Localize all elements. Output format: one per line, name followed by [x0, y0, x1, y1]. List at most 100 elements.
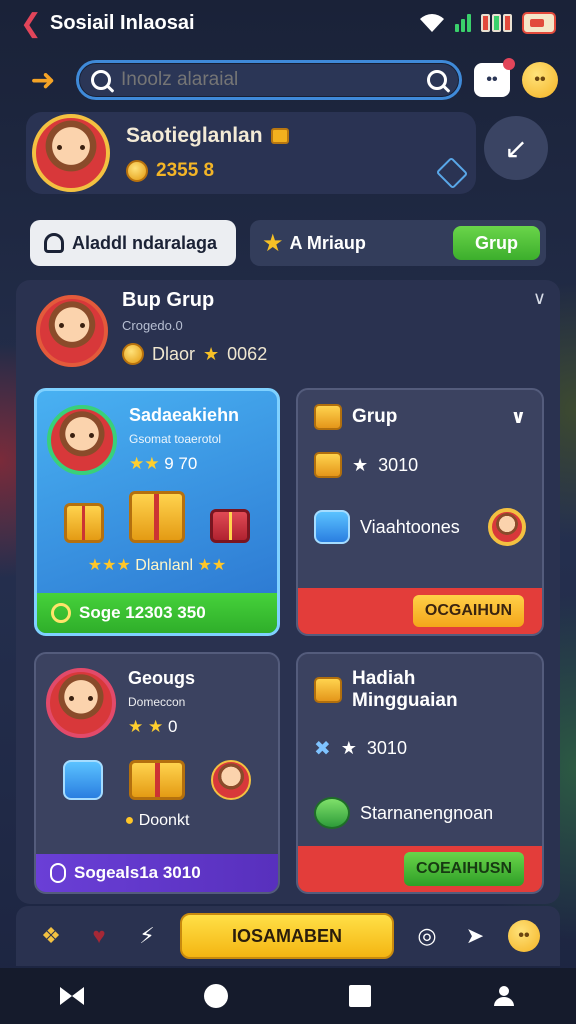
member-label: Dlanlanl	[135, 557, 194, 574]
pill-icon	[50, 863, 66, 883]
home-icon[interactable]	[435, 156, 469, 190]
weekly-reward-row1: 3010	[366, 738, 407, 758]
group-card-row1: 3010	[378, 454, 419, 475]
group-coins-label: Dlaor	[152, 343, 196, 364]
signal-icon	[455, 14, 471, 32]
avatar	[211, 760, 251, 800]
star-icon: ★	[340, 738, 357, 758]
gift-icon[interactable]	[210, 509, 251, 543]
member-footer: Sogeals1a 3010	[36, 854, 278, 892]
emoji-icon[interactable]: ••	[508, 920, 540, 952]
group-card-footer: OCGAIHUN	[298, 588, 542, 634]
circle-icon[interactable]	[202, 982, 230, 1010]
shield-icon	[51, 603, 71, 623]
tab-right[interactable]: ★ A Mriaup Grup	[250, 220, 546, 266]
member-footer: Soge 12303 350	[37, 593, 277, 633]
chat-icon[interactable]: ••	[474, 58, 515, 97]
send-icon[interactable]: ➤	[460, 921, 490, 951]
member-card-2[interactable]: Geougs Domeccon ★ ★ 0 ● Doonkt Sogeals1a…	[34, 652, 280, 894]
back-arrow-icon[interactable]: ➜	[22, 59, 64, 101]
star-icon: ★★	[197, 557, 227, 574]
weekly-reward-row2: Starnanengnoan	[360, 802, 494, 823]
chevron-down-icon[interactable]: ∨	[533, 288, 546, 309]
member-stars: 9 70	[164, 454, 198, 473]
group-card[interactable]: Grup ∨ ★ 3010 Viaahtoones OCGAIHUN	[296, 388, 544, 636]
avatar	[488, 508, 526, 546]
screen-title: Sosiail Inlaosai	[50, 11, 195, 34]
back-icon[interactable]: ❮	[20, 8, 50, 39]
group-header[interactable]: Bup Grup Crogedo.0 Dlaor ★ 0062 ∨	[36, 286, 546, 376]
gift-icon[interactable]	[128, 491, 185, 543]
member-card-1[interactable]: Sadaeakiehn Gsomat toaerotol ★★ 9 70 ★★★…	[34, 388, 280, 636]
group-coins-value: 0062	[227, 343, 268, 364]
people-icon[interactable]	[490, 982, 518, 1010]
tag-icon[interactable]: ❖	[36, 921, 66, 951]
gift-icon	[270, 128, 289, 144]
group-card-row2: Viaahtoones	[360, 516, 460, 537]
notification-dot	[503, 58, 515, 70]
cross-icon: ✖	[314, 738, 331, 760]
group-avatar	[36, 295, 108, 367]
member-stars: 0	[167, 717, 178, 736]
bowtie-icon[interactable]	[58, 982, 86, 1010]
emoji-icon[interactable]: ••	[522, 62, 558, 98]
member-footer-text: Soge 12303 350	[79, 603, 206, 622]
member-avatar	[46, 668, 116, 738]
group-subtitle: Crogedo.0	[122, 318, 183, 333]
member-footer-text: Sogeals1a 3010	[74, 863, 201, 882]
share-icon: ↙	[504, 132, 528, 164]
search-row: ➜ •• ••	[22, 58, 558, 102]
main-action-button[interactable]: IOSAMABEN	[180, 913, 394, 959]
search-submit-icon[interactable]	[427, 70, 447, 90]
cards-icon	[481, 14, 512, 32]
weekly-reward-footer: COEAIHUSN	[298, 846, 542, 892]
star-icon: ★★★	[87, 557, 131, 574]
group-button[interactable]: Grup	[453, 226, 540, 260]
group-card-title: Grup	[352, 406, 398, 427]
profile-card[interactable]: Saotieglanlan 2355 8	[26, 112, 476, 194]
square-icon[interactable]	[346, 982, 374, 1010]
coin-icon	[122, 343, 144, 365]
member-name: Geougs	[128, 668, 196, 688]
member-avatar	[47, 405, 117, 475]
avatar	[32, 114, 110, 192]
tab-row: Aladdl ndaralaga ★ A Mriaup Grup	[30, 220, 546, 268]
user-icon	[44, 233, 64, 253]
group-card-action-button[interactable]: OCGAIHUN	[412, 595, 524, 627]
compass-icon[interactable]: ◎	[412, 921, 442, 951]
action-bar: ❖ ♥ ⚡ IOSAMABEN ◎ ➤ ••	[16, 906, 560, 966]
gift-icon[interactable]	[63, 760, 103, 800]
weekly-reward-action-button[interactable]: COEAIHUSN	[403, 852, 524, 886]
horn-icon	[314, 452, 342, 478]
coin-icon: ●	[124, 812, 135, 829]
member-label: Doonkt	[138, 812, 190, 829]
search-input[interactable]	[121, 69, 417, 91]
star-icon: ★	[352, 454, 369, 475]
search-bar[interactable]	[76, 60, 462, 100]
cash-icon	[314, 797, 350, 829]
search-icon	[91, 70, 111, 90]
member-sub: Domeccon	[128, 695, 186, 709]
star-icon: ★	[203, 343, 220, 364]
lightning-icon[interactable]: ⚡	[132, 921, 162, 951]
star-icon: ★ ★	[128, 717, 164, 736]
gift-icon	[314, 404, 342, 430]
member-sub: Gsomat toaerotol	[129, 432, 222, 446]
share-button[interactable]: ↙	[484, 116, 548, 180]
heart-icon[interactable]: ♥	[84, 921, 114, 951]
star-icon: ★★	[129, 454, 160, 473]
navigation-bar	[0, 968, 576, 1024]
chevron-down-icon[interactable]: ∨	[511, 406, 526, 429]
gold-bar-icon[interactable]	[129, 760, 185, 800]
battery-icon	[522, 12, 556, 34]
weekly-reward-title: Hadiah Mingguaian	[352, 668, 458, 711]
gift-icon[interactable]	[63, 503, 104, 543]
status-bar: ❮ Sosiail Inlaosai	[0, 0, 576, 46]
weekly-reward-card[interactable]: Hadiah Mingguaian ✖ ★ 3010 Starnanengnoa…	[296, 652, 544, 894]
tab-left[interactable]: Aladdl ndaralaga	[30, 220, 236, 266]
badge-icon	[314, 510, 350, 544]
tab-left-label: Aladdl ndaralaga	[72, 232, 218, 253]
coin-icon	[126, 160, 148, 182]
star-icon: ★	[262, 229, 284, 257]
member-name: Sadaeakiehn	[129, 405, 240, 425]
